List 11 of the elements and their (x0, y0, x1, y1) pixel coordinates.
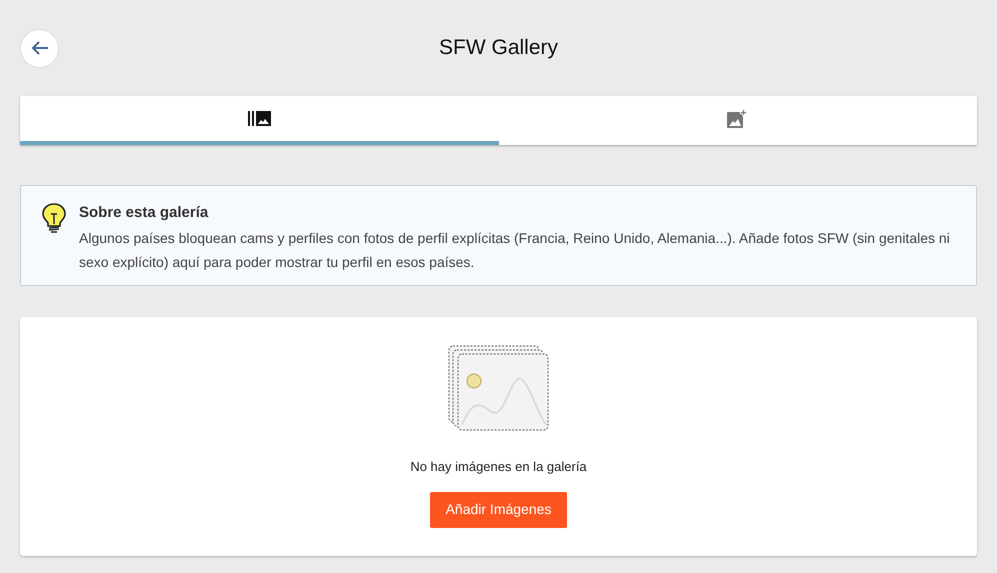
add-images-button[interactable]: Añadir Imágenes (430, 492, 568, 528)
add-photo-icon (727, 108, 748, 128)
info-text: Algunos países bloquean cams y perfiles con fotos de perfil explícitas (Francia, Reino Unido, Alemania...). Añade fotos SFW (sin genitales ni sexo explícito) aquí para poder mostrar tu perfil en esos países. (79, 229, 951, 272)
back-button[interactable] (20, 28, 59, 68)
photo-library-icon (248, 111, 271, 126)
lightbulb-icon (41, 202, 67, 234)
image-placeholder-icon (448, 345, 550, 431)
info-title: Sobre esta galería (79, 203, 210, 223)
back-arrow-icon (30, 40, 48, 56)
empty-message: No hay imágenes en la galería (410, 458, 587, 476)
page-title: SFW Gallery (439, 35, 558, 62)
